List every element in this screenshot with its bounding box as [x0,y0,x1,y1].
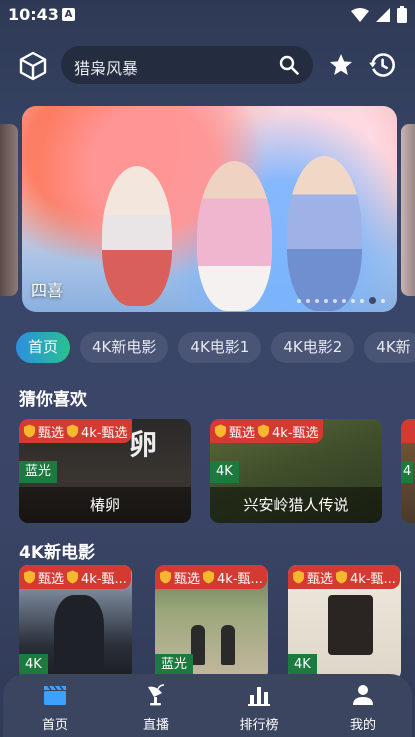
banner-dot [342,298,346,303]
banner-dot [360,298,364,303]
badge-selected: 甄选 [174,571,201,587]
status-icons [351,6,407,23]
badge-4k-selected: 4k-甄... [350,571,396,587]
badge-selected: 甄选 [229,425,256,441]
shield-icon [23,424,36,438]
badge-row: 甄选 4k-甄... [19,565,131,589]
banner-dot [324,298,328,303]
shield-icon [66,570,79,584]
badge-row [401,419,415,443]
shield-icon [214,424,227,438]
movie-card[interactable]: 4 [401,419,415,523]
bottom-nav: 首页 直播 排行榜 我的 [3,674,412,737]
banner-dot [381,298,385,303]
quality-tag: 蓝光 [19,461,58,483]
search-input[interactable]: 猎枭风暴 [61,46,313,84]
shield-icon [23,570,36,584]
quality-tag: 4K [210,461,239,483]
tab-4k-new-movies[interactable]: 4K新电影 [80,332,169,363]
tab-4k-movies-2[interactable]: 4K电影2 [271,332,355,363]
top-bar: 猎枭风暴 [0,44,415,88]
banner-dot [297,298,301,303]
shield-icon [202,570,215,584]
badge-selected: 甄选 [38,425,65,441]
nav-item-live[interactable]: 直播 [116,674,196,737]
shield-icon [257,424,270,438]
section-title-4k-new: 4K新电影 [19,543,96,563]
status-time: 10:43 [8,5,59,24]
quality-tag: 4 [401,461,414,483]
banner-dot [351,298,355,303]
badge-row: 甄选 4k-甄选 [19,419,132,443]
category-tabs: 首页 4K新电影 4K电影1 4K电影2 4K新 [16,332,415,364]
badge-row: 甄选 4k-甄... [288,565,400,589]
nav-item-ranking[interactable]: 排行榜 [219,674,299,737]
poster-art: 卵 [129,428,158,461]
banner-title: 四喜 [31,281,64,300]
tab-4k-new-more[interactable]: 4K新 [364,332,415,363]
banner-figure [287,156,362,311]
banner-next-peek[interactable] [401,124,415,296]
badge-row: 甄选 4k-甄选 [210,419,323,443]
satellite-dish-icon [148,684,165,706]
search-icon[interactable] [279,55,299,75]
status-bar: 10:43 A [0,0,415,30]
banner-carousel[interactable]: 四喜 [22,106,397,312]
movie-card[interactable]: 甄选 4k-甄... 4K [288,565,401,680]
shield-icon [292,570,305,584]
badge-selected: 甄选 [307,571,334,587]
movie-card[interactable]: 甄选 4k-甄... 4K [19,565,132,680]
notification-icon: A [62,8,75,21]
signal-icon [376,7,390,22]
history-icon[interactable] [368,51,396,79]
nav-label: 直播 [142,718,169,733]
section-title-guess: 猜你喜欢 [19,390,87,410]
cube-icon[interactable] [17,50,49,82]
banner-figure [197,161,272,311]
poster-figure [54,595,104,670]
banner-prev-peek[interactable] [0,124,18,296]
banner-dot [369,297,376,304]
banner-dot [315,298,319,303]
banner-dot [333,298,337,303]
movie-card[interactable]: 甄选 4k-甄... 蓝光 [155,565,268,680]
card-title: 兴安岭猎人传说 [210,487,382,523]
nav-label: 首页 [41,718,68,733]
badge-row: 甄选 4k-甄... [155,565,267,589]
quality-tag: 4K [19,654,48,676]
nav-label: 排行榜 [239,718,279,733]
tab-4k-movies-1[interactable]: 4K电影1 [178,332,262,363]
tab-home[interactable]: 首页 [16,332,71,363]
nav-item-home[interactable]: 首页 [15,674,95,737]
battery-icon [397,6,407,23]
bar-chart-icon [248,687,270,706]
banner-pagination [297,297,385,304]
user-icon [353,685,373,705]
search-text: 猎枭风暴 [74,59,139,78]
badge-4k-selected: 4k-甄选 [272,425,319,441]
poster-figure [191,625,205,665]
quality-tag: 4K [288,654,317,676]
wifi-icon [351,7,369,22]
shield-icon [66,424,79,438]
shield-icon [335,570,348,584]
poster-figure [221,625,235,665]
poster-figure [328,595,373,655]
clapperboard-icon [44,685,66,705]
banner-figure [102,166,172,306]
star-icon[interactable] [328,52,354,78]
shield-icon [159,570,172,584]
badge-4k-selected: 4k-甄... [81,571,127,587]
nav-label: 我的 [349,718,376,733]
quality-tag: 蓝光 [155,654,194,676]
movie-card[interactable]: 甄选 4k-甄选 4K 兴安岭猎人传说 [210,419,382,523]
badge-4k-selected: 4k-甄... [217,571,263,587]
badge-4k-selected: 4k-甄选 [81,425,128,441]
nav-item-mine[interactable]: 我的 [323,674,403,737]
card-title: 椿卵 [19,487,191,523]
banner-dot [306,298,310,303]
badge-selected: 甄选 [38,571,65,587]
movie-card[interactable]: 卵 甄选 4k-甄选 蓝光 椿卵 [19,419,191,523]
